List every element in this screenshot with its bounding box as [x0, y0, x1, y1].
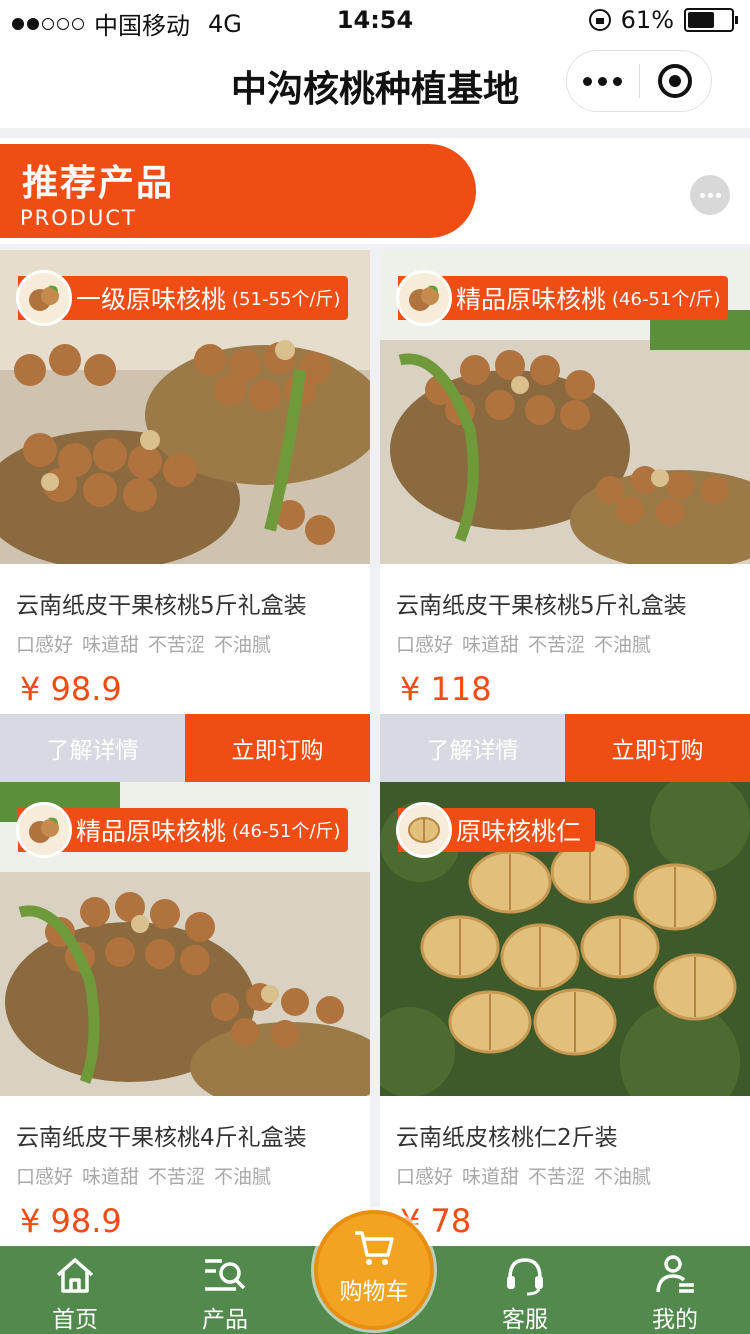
home-icon [15, 1252, 135, 1298]
product-tag: 不油腻 [214, 634, 272, 656]
product-title[interactable]: 云南纸皮干果核桃5斤礼盒装 [396, 586, 687, 620]
battery-icon [684, 8, 738, 32]
badge-spec: (51-55个/斤) [232, 289, 341, 310]
tab-label: 购物车 [339, 1279, 409, 1305]
product-search-icon [165, 1252, 285, 1298]
badge-name: 精品原味核桃 [76, 817, 227, 846]
tab-cart[interactable]: 购物车 [314, 1210, 434, 1330]
section-title: 推荐产品 [22, 162, 175, 204]
status-right: 61% [588, 6, 738, 34]
badge-spec: (46-51个/斤) [612, 289, 721, 310]
product-card[interactable]: 精品原味核桃 (46-51个/斤) 云南纸皮干果核桃5斤礼盒装 口感好 味道甜 不苦… [380, 250, 750, 782]
status-bar: 中国移动 4G 14:54 61% [0, 0, 750, 40]
product-tag: 味道甜 [462, 634, 520, 656]
product-price: ¥ 98.9 [20, 670, 122, 708]
tab-home[interactable]: 首页 [15, 1252, 135, 1334]
product-tag: 不苦涩 [528, 1166, 586, 1188]
walnut-thumbnail-icon [396, 270, 452, 326]
buy-now-button[interactable]: 立即订购 [185, 714, 370, 782]
battery-percent: 61% [620, 6, 674, 34]
rotation-lock-icon [588, 9, 611, 31]
product-tag: 味道甜 [462, 1166, 520, 1188]
section-subtitle: PRODUCT [20, 206, 137, 230]
product-badge: 原味核桃仁 [396, 802, 596, 858]
cart-icon [318, 1228, 430, 1268]
product-price: ¥ 118 [400, 670, 492, 708]
product-title[interactable]: 云南纸皮干果核桃5斤礼盒装 [16, 586, 307, 620]
tab-label: 首页 [52, 1307, 98, 1333]
product-tag: 口感好 [396, 1166, 454, 1188]
tab-label: 客服 [502, 1307, 548, 1333]
tab-label: 产品 [202, 1307, 248, 1333]
product-tag: 不苦涩 [148, 634, 206, 656]
product-tags: 口感好 味道甜 不苦涩 不油腻 [16, 1162, 280, 1189]
tab-service[interactable]: 客服 [465, 1252, 585, 1334]
section-tab: 推荐产品 PRODUCT [0, 144, 476, 238]
product-badge: 一级原味核桃 (51-55个/斤) [16, 270, 349, 326]
badge-name: 一级原味核桃 [76, 285, 227, 314]
product-badge: 精品原味核桃 (46-51个/斤) [16, 802, 349, 858]
badge-name: 精品原味核桃 [456, 285, 607, 314]
walnut-thumbnail-icon [16, 270, 72, 326]
product-tag: 口感好 [16, 634, 74, 656]
badge-spec: (46-51个/斤) [232, 821, 341, 842]
product-badge: 精品原味核桃 (46-51个/斤) [396, 270, 729, 326]
product-tag: 味道甜 [82, 1166, 140, 1188]
product-actions: 了解详情 立即订购 [380, 714, 750, 782]
product-card[interactable]: 一级原味核桃 (51-55个/斤) 云南纸皮干果核桃5斤礼盒装 口感好 味道甜 不苦… [0, 250, 370, 782]
product-tag: 不油腻 [214, 1166, 272, 1188]
nav-bar: 中沟核桃种植基地 [0, 40, 750, 128]
product-tag: 口感好 [396, 634, 454, 656]
product-tag: 不油腻 [594, 634, 652, 656]
product-title[interactable]: 云南纸皮核桃仁2斤装 [396, 1118, 618, 1152]
section-header: 推荐产品 PRODUCT [0, 138, 750, 244]
close-target-icon [658, 64, 693, 98]
product-actions: 了解详情 立即订购 [0, 714, 370, 782]
miniprogram-capsule [566, 50, 712, 112]
headset-icon [465, 1252, 585, 1298]
buy-now-button[interactable]: 立即订购 [565, 714, 750, 782]
user-profile-icon [615, 1252, 735, 1298]
detail-button[interactable]: 了解详情 [380, 714, 565, 782]
product-tags: 口感好 味道甜 不苦涩 不油腻 [396, 630, 660, 657]
product-tag: 不苦涩 [528, 634, 586, 656]
tab-mine[interactable]: 我的 [615, 1252, 735, 1334]
tab-products[interactable]: 产品 [165, 1252, 285, 1334]
product-tag: 口感好 [16, 1166, 74, 1188]
badge-name: 原味核桃仁 [456, 817, 582, 846]
close-button[interactable] [640, 64, 712, 98]
detail-button[interactable]: 了解详情 [0, 714, 185, 782]
product-price: ¥ 98.9 [20, 1202, 122, 1240]
product-card[interactable]: 精品原味核桃 (46-51个/斤) 云南纸皮干果核桃4斤礼盒装 口感好 味道甜 不苦… [0, 782, 370, 1246]
product-title[interactable]: 云南纸皮干果核桃4斤礼盒装 [16, 1118, 307, 1152]
product-tag: 不油腻 [594, 1166, 652, 1188]
product-card[interactable]: 原味核桃仁 云南纸皮核桃仁2斤装 口感好 味道甜 不苦涩 不油腻 ¥ 78 [380, 782, 750, 1246]
more-dots-icon[interactable] [567, 76, 639, 86]
product-tag: 味道甜 [82, 634, 140, 656]
tab-label: 我的 [652, 1307, 698, 1333]
product-tags: 口感好 味道甜 不苦涩 不油腻 [16, 630, 280, 657]
product-tag: 不苦涩 [148, 1166, 206, 1188]
product-tags: 口感好 味道甜 不苦涩 不油腻 [396, 1162, 660, 1189]
section-more-icon[interactable] [690, 175, 730, 215]
walnut-thumbnail-icon [16, 802, 72, 858]
walnut-kernel-thumbnail-icon [396, 802, 452, 858]
